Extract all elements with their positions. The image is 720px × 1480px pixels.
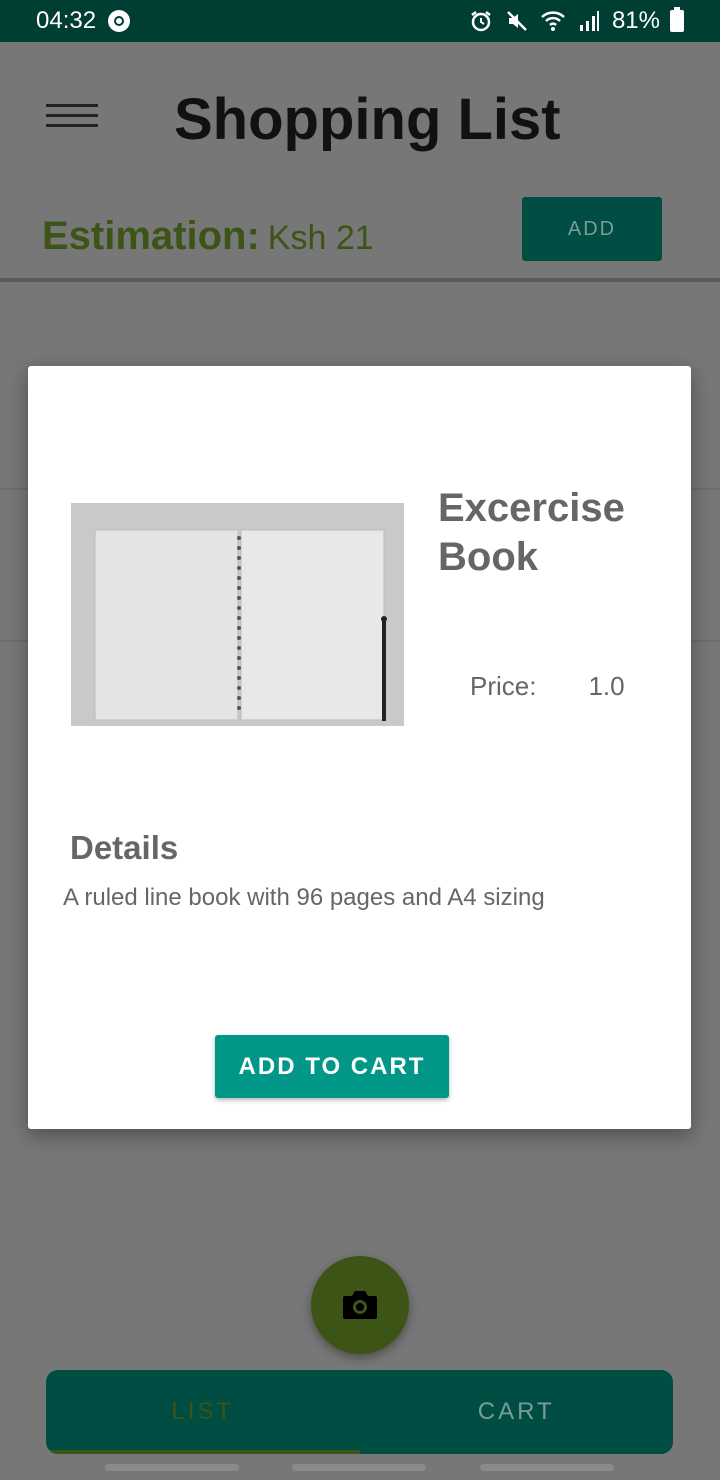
tab-list[interactable]: LIST [46, 1370, 360, 1454]
sync-icon [108, 10, 131, 32]
gesture-handle[interactable] [105, 1464, 239, 1471]
page-title: Shopping List [174, 87, 561, 152]
gesture-handle[interactable] [480, 1464, 614, 1471]
tab-cart[interactable]: CART [360, 1370, 674, 1454]
product-image [71, 503, 404, 726]
camera-icon [343, 1291, 377, 1319]
alarm-icon [468, 9, 494, 33]
status-icons: 81% [468, 7, 684, 35]
camera-fab-button[interactable] [311, 1256, 409, 1354]
details-text: A ruled line book with 96 pages and A4 s… [63, 884, 545, 911]
price-row: Price: 1.0 [470, 671, 625, 702]
price-label: Price: [470, 671, 537, 701]
header-divider [0, 278, 720, 282]
battery-percent: 81% [611, 7, 660, 34]
wifi-icon [540, 9, 566, 33]
price-value: 1.0 [588, 671, 625, 701]
mute-icon [504, 9, 530, 33]
gesture-handle[interactable] [292, 1464, 426, 1471]
status-time: 04:32 [36, 7, 97, 34]
bottom-navigation: LIST CART [46, 1370, 673, 1454]
estimation: Estimation: Ksh 21 [42, 214, 374, 259]
add-to-cart-button[interactable]: ADD TO CART [215, 1035, 449, 1098]
product-name: Excercise Book [438, 486, 625, 579]
gesture-navigation-bar [0, 1464, 720, 1472]
add-button[interactable]: ADD [522, 197, 662, 261]
estimation-label: Estimation: [42, 214, 260, 258]
estimation-value: Ksh 21 [267, 219, 374, 257]
signal-icon [576, 9, 602, 33]
product-dialog: Excercise Book Price: 1.0 Details A ruled… [28, 366, 691, 1129]
battery-icon [670, 7, 684, 32]
hamburger-menu-icon[interactable] [46, 104, 98, 127]
details-heading: Details [70, 829, 179, 866]
status-bar: 04:32 81% [0, 0, 720, 42]
